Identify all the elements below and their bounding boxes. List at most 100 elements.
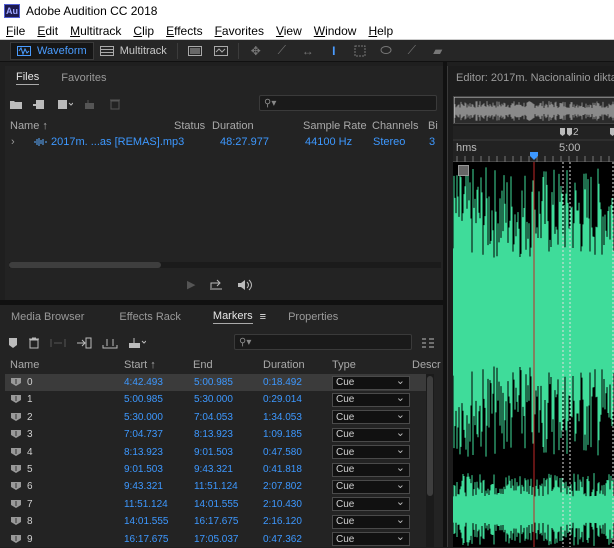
menu-effects[interactable]: Effects (160, 24, 208, 38)
menu-view[interactable]: View (270, 24, 308, 38)
col-bits[interactable]: Bi (428, 120, 438, 132)
marker-end[interactable]: 9:43.321 (194, 464, 233, 475)
menu-multitrack[interactable]: Multitrack (64, 24, 127, 38)
marker-end[interactable]: 16:17.675 (194, 516, 239, 527)
col-channels[interactable]: Channels (372, 120, 418, 132)
marquee-tool-icon[interactable] (353, 44, 367, 58)
open-folder-icon[interactable] (9, 99, 23, 110)
loop-icon[interactable] (209, 279, 223, 291)
marker-end[interactable]: 14:01.555 (194, 499, 239, 510)
marker-type-select[interactable]: Cue (332, 461, 410, 477)
marker-type-select[interactable]: Cue (332, 391, 410, 407)
tab-markers[interactable]: Markers ≡ (202, 305, 277, 329)
tab-files[interactable]: Files (5, 66, 50, 90)
marker-duration[interactable]: 2:16.120 (263, 516, 302, 527)
batch-process-icon[interactable] (128, 337, 146, 349)
col-end[interactable]: End (193, 359, 213, 371)
marker-duration[interactable]: 0:47.362 (263, 534, 302, 545)
scrollbar-thumb[interactable] (9, 262, 161, 268)
tab-properties[interactable]: Properties (277, 305, 349, 329)
razor-tool-icon[interactable]: ⟋ (275, 43, 289, 58)
waveform-overview[interactable] (453, 96, 614, 124)
marker-end[interactable]: 8:13.923 (194, 429, 233, 440)
spot-healing-icon[interactable]: ▰ (431, 44, 445, 58)
marker-row[interactable]: 5 9:01.503 9:43.321 0:41.818 Cue (5, 461, 426, 478)
tab-media-browser[interactable]: Media Browser (0, 305, 95, 329)
marker-type-select[interactable]: Cue (332, 513, 410, 529)
time-ruler[interactable]: hms 5:00 2 (453, 126, 614, 162)
col-marker-duration[interactable]: Duration (263, 359, 305, 371)
col-status[interactable]: Status (174, 120, 205, 132)
zoom-corner-icon[interactable] (458, 165, 469, 176)
marker-start[interactable]: 9:43.321 (124, 481, 163, 492)
brush-tool-icon[interactable]: ⟋ (405, 43, 419, 58)
markers-search-input[interactable]: ⚲▾ (234, 334, 412, 350)
menu-window[interactable]: Window (308, 24, 363, 38)
markers-vertical-scrollbar[interactable] (426, 374, 434, 547)
tab-favorites[interactable]: Favorites (50, 66, 117, 90)
export-audio-icon[interactable] (102, 337, 118, 349)
marker-start[interactable]: 9:01.503 (124, 464, 163, 475)
new-file-icon[interactable] (57, 99, 73, 110)
marker-row[interactable]: 8 14:01.555 16:17.675 2:16.120 Cue (5, 513, 426, 530)
marker-end[interactable]: 5:00.985 (194, 377, 233, 388)
marker-duration[interactable]: 0:47.580 (263, 447, 302, 458)
col-start[interactable]: Start ↑ (124, 359, 156, 371)
marker-start[interactable]: 16:17.675 (124, 534, 169, 545)
expand-chevron-icon[interactable]: › (11, 136, 15, 148)
marker-start[interactable]: 14:01.555 (124, 516, 169, 527)
insert-into-playlist-icon[interactable] (76, 337, 92, 349)
col-type[interactable]: Type (332, 359, 356, 371)
col-duration[interactable]: Duration (212, 120, 254, 132)
marker-row[interactable]: 1 5:00.985 5:30.000 0:29.014 Cue (5, 391, 426, 408)
marker-start[interactable]: 7:04.737 (124, 429, 163, 440)
marker-type-select[interactable]: Cue (332, 530, 410, 547)
menu-favorites[interactable]: Favorites (209, 24, 270, 38)
volume-icon[interactable] (237, 279, 253, 291)
menu-file[interactable]: File (0, 24, 31, 38)
scrollbar-thumb[interactable] (427, 376, 433, 496)
marker-end[interactable]: 5:30.000 (194, 394, 233, 405)
marker-row[interactable]: 4 8:13.923 9:01.503 0:47.580 Cue (5, 443, 426, 461)
col-marker-name[interactable]: Name (10, 359, 39, 371)
marker-end[interactable]: 17:05.037 (194, 534, 239, 545)
marker-type-select[interactable]: Cue (332, 495, 410, 512)
delete-file-icon[interactable] (109, 98, 121, 110)
marker-end[interactable]: 9:01.503 (194, 447, 233, 458)
marker-row[interactable]: 0 4:42.493 5:00.985 0:18.492 Cue (5, 374, 426, 391)
marker-row[interactable]: 6 9:43.321 11:51.124 2:07.802 Cue (5, 478, 426, 495)
marker-type-select[interactable]: Cue (332, 443, 410, 460)
time-selection-tool-icon[interactable]: I (327, 44, 341, 58)
merge-markers-icon[interactable] (50, 337, 66, 349)
insert-into-multitrack-icon[interactable] (83, 99, 99, 110)
tab-effects-rack[interactable]: Effects Rack (108, 305, 192, 329)
add-marker-icon[interactable] (8, 337, 18, 349)
marker-duration[interactable]: 1:09.185 (263, 429, 302, 440)
marker-type-select[interactable]: Cue (332, 408, 410, 425)
menu-edit[interactable]: Edit (31, 24, 64, 38)
marker-end[interactable]: 11:51.124 (194, 481, 238, 492)
menu-clip[interactable]: Clip (127, 24, 160, 38)
move-tool-icon[interactable]: ✥ (249, 44, 263, 58)
marker-row[interactable]: 2 5:30.000 7:04.053 1:34.053 Cue (5, 408, 426, 426)
filter-icon[interactable] (421, 337, 435, 349)
file-row[interactable]: › 2017m. ...as [REMAS].mp3 48:27.977 441… (5, 136, 443, 152)
col-name[interactable]: Name ↑ (10, 120, 48, 132)
marker-end[interactable]: 7:04.053 (194, 412, 233, 423)
lasso-tool-icon[interactable] (379, 44, 393, 58)
play-icon[interactable]: ▶ (187, 278, 195, 291)
col-description[interactable]: Descr (412, 359, 441, 371)
marker-start[interactable]: 11:51.124 (124, 499, 168, 510)
marker-duration[interactable]: 2:07.802 (263, 481, 302, 492)
marker-start[interactable]: 5:00.985 (124, 394, 163, 405)
marker-duration[interactable]: 0:29.014 (263, 394, 302, 405)
panel-menu-icon[interactable]: ≡ (260, 311, 266, 323)
menu-help[interactable]: Help (362, 24, 399, 38)
marker-type-select[interactable]: Cue (332, 374, 410, 390)
marker-row[interactable]: 9 16:17.675 17:05.037 0:47.362 Cue (5, 530, 426, 548)
marker-duration[interactable]: 0:18.492 (263, 377, 302, 388)
waveform-display[interactable] (453, 162, 614, 547)
delete-marker-icon[interactable] (28, 337, 40, 349)
spectral-frequency-icon[interactable] (187, 44, 202, 58)
marker-start[interactable]: 4:42.493 (124, 377, 163, 388)
